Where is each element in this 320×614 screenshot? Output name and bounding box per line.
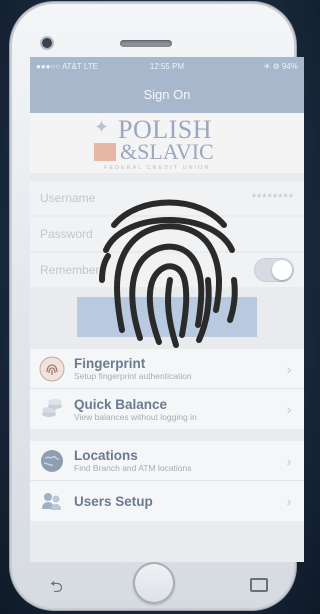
menu-subtitle: View balances without logging in bbox=[74, 411, 197, 422]
chevron-right-icon: › bbox=[286, 360, 292, 377]
toggle-knob bbox=[272, 260, 292, 280]
carrier-signal: ●●●○○ AT&T LTE bbox=[36, 61, 98, 71]
logo-tagline: FEDERAL CREDIT UNION bbox=[104, 165, 211, 171]
chevron-right-icon: › bbox=[286, 401, 292, 417]
fingerprint-overlay-icon bbox=[99, 199, 238, 348]
recent-apps-icon[interactable] bbox=[250, 578, 268, 592]
menu-item-users-setup[interactable]: Users Setup › bbox=[30, 481, 304, 521]
menu-title: Locations bbox=[74, 448, 138, 463]
status-bar: ●●●○○ AT&T LTE 12:55 PM ✈ ⚙ 94% bbox=[30, 57, 304, 75]
globe-icon bbox=[38, 447, 66, 475]
clock: 12:55 PM bbox=[149, 61, 185, 71]
menu-title: Quick Balance bbox=[74, 396, 168, 412]
menu-item-locations[interactable]: Locations Find Branch and ATM locations … bbox=[30, 441, 304, 481]
menu-subtitle: Find Branch and ATM locations bbox=[74, 463, 192, 473]
menu-item-quick-balance[interactable]: Quick Balance View balances without logg… bbox=[30, 389, 304, 429]
menu-subtitle: Setup fingerprint authentication bbox=[74, 371, 192, 381]
menu-item-fingerprint[interactable]: Fingerprint Setup fingerprint authentica… bbox=[30, 349, 304, 389]
front-camera-icon bbox=[42, 38, 52, 48]
logo-square bbox=[94, 143, 116, 161]
menu-group-primary: Fingerprint Setup fingerprint authentica… bbox=[30, 349, 304, 429]
users-icon bbox=[38, 487, 66, 515]
remember-toggle[interactable] bbox=[254, 258, 294, 282]
phone-frame: ●●●○○ AT&T LTE 12:55 PM ✈ ⚙ 94% Sign On … bbox=[10, 2, 304, 610]
speaker-grille bbox=[120, 40, 172, 47]
logo-line2: &SLAVIC bbox=[120, 139, 214, 164]
username-value: ******** bbox=[251, 192, 294, 204]
page-title: Sign On bbox=[143, 86, 191, 102]
chevron-right-icon: › bbox=[286, 493, 292, 509]
menu-title: Fingerprint bbox=[74, 356, 146, 371]
eagle-icon: ✦ bbox=[94, 117, 110, 137]
fingerprint-icon bbox=[38, 355, 66, 383]
chevron-right-icon: › bbox=[286, 452, 292, 469]
back-arrow-icon[interactable]: ⮌ bbox=[50, 576, 63, 603]
coins-icon bbox=[38, 395, 66, 423]
nav-bar: Sign On bbox=[30, 75, 304, 113]
menu-group-secondary: Locations Find Branch and ATM locations … bbox=[30, 441, 304, 521]
hardware-controls: ⮌ bbox=[10, 562, 296, 610]
home-button[interactable] bbox=[133, 562, 175, 604]
menu-title: Users Setup bbox=[74, 493, 153, 509]
credit-union-logo: ✦ POLISH &SLAVIC FEDERAL CREDIT UNION bbox=[30, 113, 304, 173]
battery-status: ✈ ⚙ 94% bbox=[263, 61, 298, 71]
